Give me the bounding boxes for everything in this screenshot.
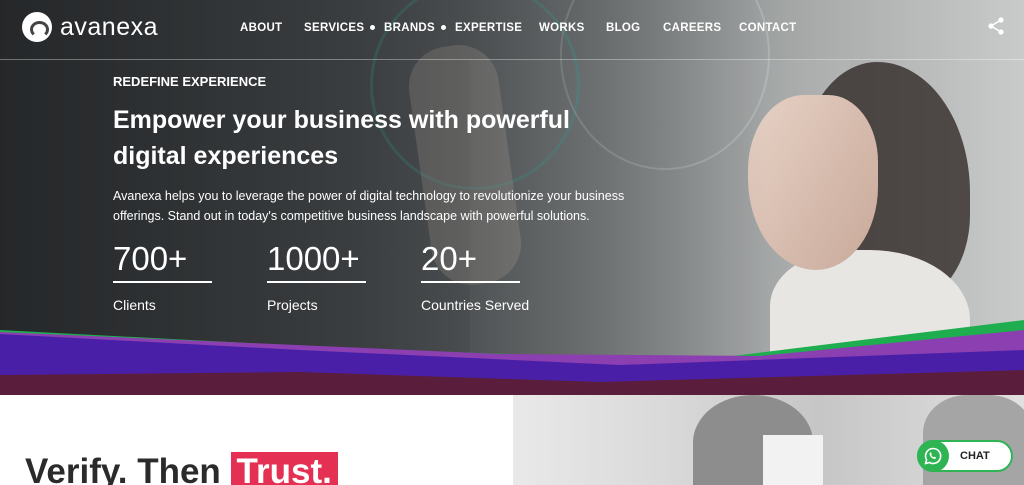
top-navigation: avanexa ABOUT SERVICES BRANDS EXPERTISE … <box>0 0 1024 60</box>
hero-description: Avanexa helps you to leverage the power … <box>113 189 625 223</box>
section-title-text: Verify. Then <box>25 452 221 485</box>
hero-headline: Empower your business with powerful digi… <box>113 106 571 170</box>
nav-item-services[interactable]: SERVICES <box>304 22 384 34</box>
chat-label: CHAT <box>960 450 990 462</box>
nav-item-blog[interactable]: BLOG <box>606 22 663 34</box>
nav-item-expertise[interactable]: EXPERTISE <box>455 22 539 34</box>
stat-countries: 20+ Countries Served <box>421 240 575 313</box>
stat-label: Countries Served <box>421 297 530 313</box>
dropdown-dot-icon <box>441 25 446 31</box>
nav-item-contact[interactable]: CONTACT <box>739 22 796 34</box>
team-person-shirt <box>763 435 823 485</box>
stat-clients: 700+ Clients <box>113 240 267 313</box>
stat-value: 700+ <box>113 240 188 277</box>
hero-color-waves <box>0 320 1024 395</box>
nav-item-works[interactable]: WORKS <box>539 22 606 34</box>
hero-eyebrow: REDEFINE EXPERIENCE <box>113 74 267 89</box>
hero-stats: 700+ Clients 1000+ Projects 20+ Countrie… <box>113 240 575 313</box>
nav-item-brands[interactable]: BRANDS <box>384 22 455 34</box>
stat-label: Clients <box>113 297 156 313</box>
stat-value: 20+ <box>421 240 477 277</box>
stat-underline <box>421 281 520 283</box>
hero-banner: avanexa ABOUT SERVICES BRANDS EXPERTISE … <box>0 0 1024 395</box>
nav-item-careers[interactable]: CAREERS <box>663 22 739 34</box>
brand-name: avanexa <box>60 12 159 41</box>
dropdown-dot-icon <box>370 25 376 31</box>
stat-label: Projects <box>267 297 318 313</box>
stat-projects: 1000+ Projects <box>267 240 421 313</box>
stat-underline <box>267 281 366 283</box>
whatsapp-icon <box>917 440 949 472</box>
main-menu: ABOUT SERVICES BRANDS EXPERTISE WORKS BL… <box>240 22 796 34</box>
chat-button[interactable]: CHAT <box>917 440 1013 472</box>
stat-underline <box>113 281 212 283</box>
nav-item-about[interactable]: ABOUT <box>240 22 304 34</box>
stat-value: 1000+ <box>267 240 360 277</box>
brand-logo-icon <box>22 12 52 42</box>
share-icon[interactable] <box>986 16 1006 36</box>
brand-logo[interactable]: avanexa <box>22 12 158 42</box>
section-title: Verify. Then Trust. <box>25 452 338 485</box>
section-title-highlight: Trust. <box>230 452 338 485</box>
